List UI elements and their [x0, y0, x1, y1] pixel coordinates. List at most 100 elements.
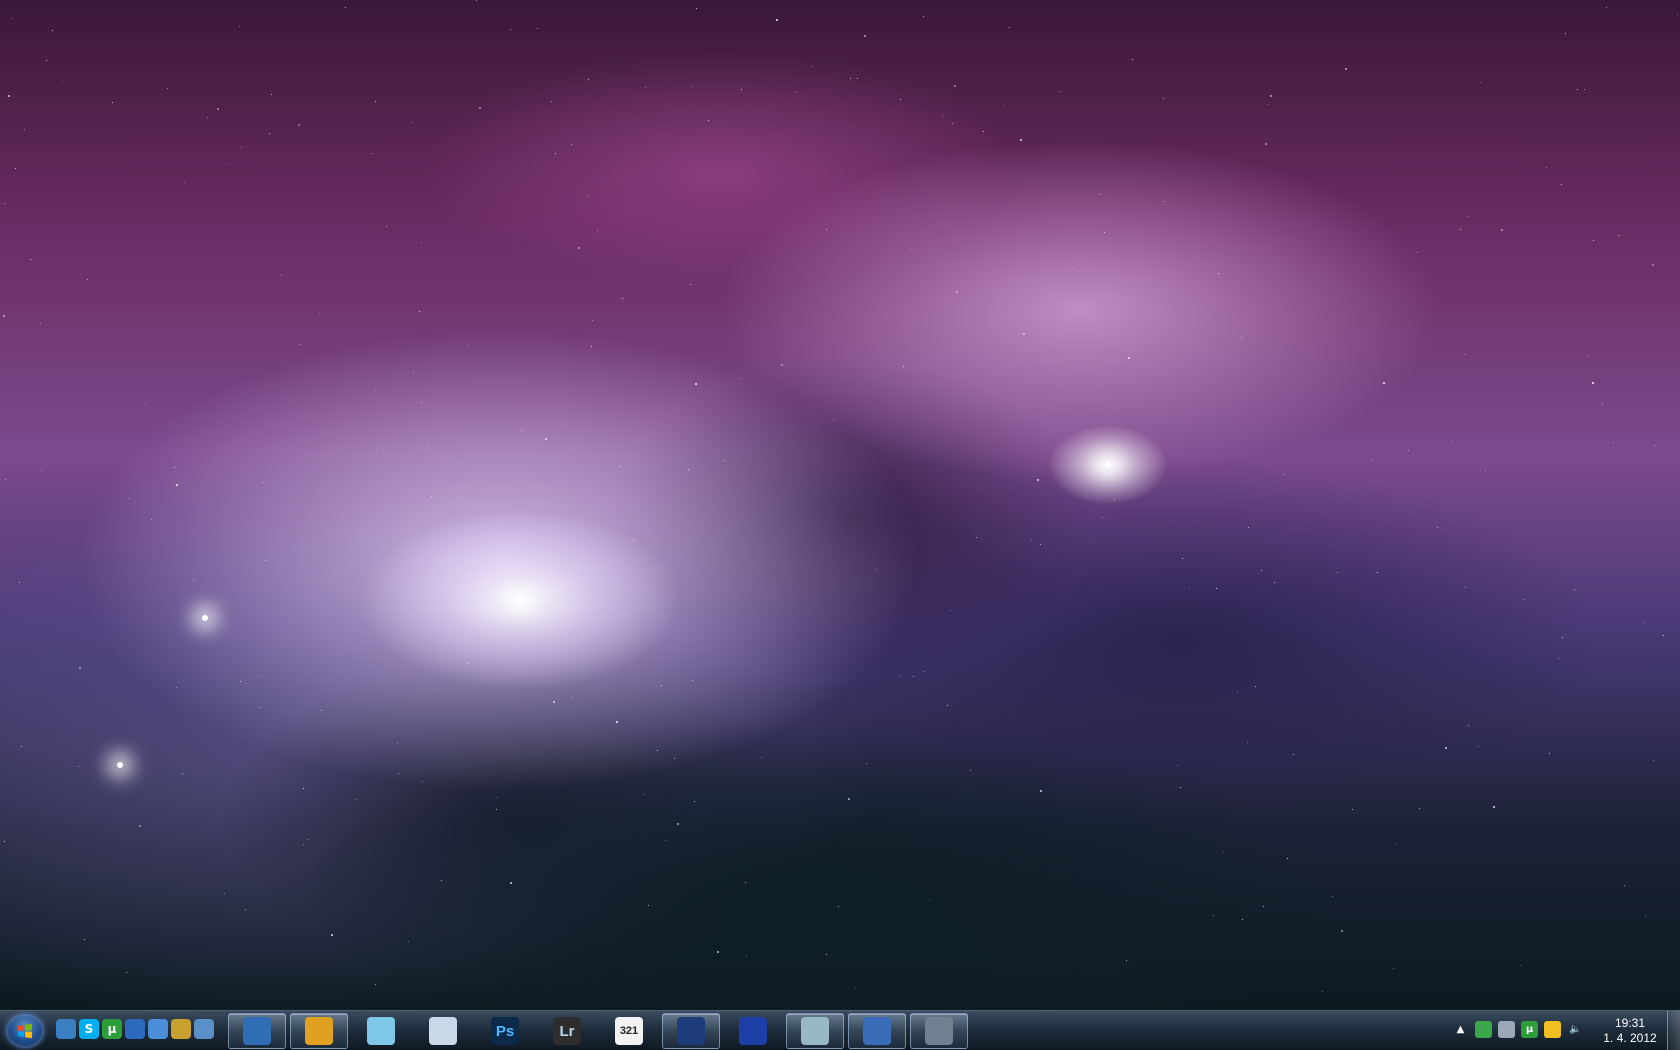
video-editor-taskbar-button[interactable]: 321 — [600, 1013, 658, 1049]
star — [1493, 806, 1495, 808]
photoshop-icon: Ps — [491, 1017, 519, 1045]
clock[interactable]: 19:31 1. 4. 2012 — [1592, 1016, 1668, 1046]
star — [1574, 589, 1575, 590]
star — [1393, 968, 1394, 969]
star — [271, 94, 272, 95]
lightroom-taskbar-button[interactable]: Lr — [538, 1013, 596, 1049]
star — [597, 230, 598, 231]
clock-date: 1. 4. 2012 — [1603, 1031, 1657, 1045]
network-connections-icon[interactable] — [148, 1019, 168, 1039]
windows-flag-icon — [18, 1023, 32, 1039]
star — [376, 450, 377, 451]
star — [12, 18, 13, 19]
star — [1341, 930, 1343, 932]
star — [1465, 354, 1466, 355]
star — [520, 615, 521, 616]
star — [1524, 599, 1525, 600]
star — [886, 314, 887, 315]
star — [1549, 753, 1550, 754]
volume-icon[interactable]: 🔈 — [1567, 1021, 1584, 1038]
network-computers-taskbar-button[interactable] — [848, 1013, 906, 1049]
lock-computer-taskbar-button[interactable] — [910, 1013, 968, 1049]
remote-desktop-icon[interactable] — [194, 1019, 214, 1039]
photoshop-taskbar-button[interactable]: Ps — [476, 1013, 534, 1049]
star — [633, 539, 634, 540]
star — [1606, 7, 1607, 8]
globe-icon — [677, 1017, 705, 1045]
star — [592, 320, 593, 321]
star — [866, 763, 867, 764]
start-button[interactable] — [6, 1014, 44, 1048]
utorrent-icon[interactable]: µ — [102, 1019, 122, 1039]
star — [942, 115, 943, 116]
star — [950, 610, 951, 611]
star — [46, 60, 47, 61]
network-status-icon[interactable] — [1475, 1021, 1492, 1038]
phone-icon[interactable] — [56, 1019, 76, 1039]
network-icon[interactable] — [125, 1019, 145, 1039]
globe-taskbar-button[interactable] — [662, 1013, 720, 1049]
star — [151, 519, 152, 520]
star — [1270, 95, 1272, 97]
star — [468, 663, 469, 664]
star — [184, 182, 185, 183]
star — [1216, 588, 1217, 589]
star — [947, 705, 948, 706]
star — [970, 770, 971, 771]
star — [1247, 742, 1248, 743]
star — [412, 122, 413, 123]
star — [1613, 442, 1614, 443]
star — [299, 344, 300, 345]
notepad-taskbar-button[interactable] — [352, 1013, 410, 1049]
star — [976, 537, 977, 538]
star — [79, 667, 81, 669]
star — [850, 78, 851, 79]
messenger-icon[interactable] — [1544, 1021, 1561, 1038]
link-taskbar-button[interactable] — [786, 1013, 844, 1049]
star — [688, 469, 689, 470]
network-computers-icon — [863, 1017, 891, 1045]
star — [281, 275, 282, 276]
lock-computer-icon — [925, 1017, 953, 1045]
star — [674, 758, 675, 759]
show-desktop-button[interactable] — [1667, 1011, 1680, 1050]
system-tray: ▲ µ 🔈 — [1452, 1021, 1584, 1038]
star — [591, 346, 592, 347]
star — [263, 482, 264, 483]
star — [1248, 527, 1249, 528]
star — [1267, 104, 1268, 105]
star — [5, 479, 6, 480]
thunderbird-icon — [243, 1017, 271, 1045]
thunderbird-taskbar-button[interactable] — [228, 1013, 286, 1049]
file-transfer-icon[interactable] — [171, 1019, 191, 1039]
calculator-taskbar-button[interactable] — [414, 1013, 472, 1049]
star — [1242, 919, 1243, 920]
star — [1164, 201, 1165, 202]
battery-icon[interactable] — [1498, 1021, 1515, 1038]
star — [468, 345, 469, 346]
star — [1451, 441, 1452, 442]
star — [645, 87, 646, 88]
star — [1653, 760, 1654, 761]
star — [1624, 885, 1625, 886]
star — [229, 164, 230, 165]
star — [578, 579, 579, 580]
star — [413, 372, 414, 373]
floppy-disk-taskbar-button[interactable] — [724, 1013, 782, 1049]
star — [1263, 906, 1264, 907]
show-hidden-icons-icon[interactable]: ▲ — [1452, 1021, 1469, 1038]
star — [1345, 68, 1347, 70]
winamp-taskbar-button[interactable] — [290, 1013, 348, 1049]
star — [1478, 746, 1479, 747]
utorrent-tray-icon[interactable]: µ — [1521, 1021, 1538, 1038]
star — [1261, 570, 1262, 571]
star — [372, 153, 373, 154]
star — [588, 79, 589, 80]
star — [496, 809, 497, 810]
star — [952, 123, 953, 124]
star — [1218, 273, 1219, 274]
skype-icon[interactable]: S — [79, 1019, 99, 1039]
star — [1677, 14, 1678, 15]
star — [217, 108, 219, 110]
calculator-icon — [429, 1017, 457, 1045]
